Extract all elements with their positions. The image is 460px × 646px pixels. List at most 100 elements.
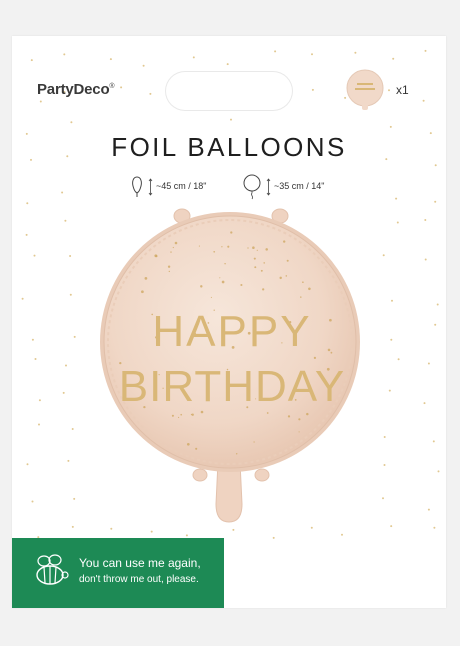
- gold-confetti-dot: [298, 418, 301, 421]
- confetti-dot: [389, 125, 392, 128]
- gold-confetti-dot: [263, 262, 265, 264]
- product-title: FOIL BALLOONS: [111, 132, 347, 162]
- confetti-dot: [388, 389, 391, 392]
- size-arrow-icon: [148, 178, 153, 196]
- gold-confetti-dot: [174, 241, 178, 245]
- confetti-dot: [424, 219, 427, 221]
- gold-confetti-dot: [302, 281, 304, 284]
- confetti-dot: [31, 500, 34, 503]
- gold-confetti-dot: [327, 348, 331, 352]
- confetti-dot: [71, 428, 74, 430]
- uninflated-balloon-icon: [132, 176, 142, 197]
- gold-confetti-dot: [300, 296, 302, 298]
- gold-confetti-dot: [330, 351, 333, 354]
- gold-confetti-dot: [155, 254, 158, 258]
- confetti-dot: [31, 338, 34, 341]
- confetti-dot: [388, 89, 390, 92]
- confetti-dot: [61, 191, 64, 194]
- gold-confetti-dot: [144, 277, 148, 280]
- gold-confetti-dot: [172, 246, 174, 249]
- bee-icon: [36, 554, 69, 585]
- confetti-dot: [383, 464, 386, 466]
- gold-confetti-dot: [141, 290, 144, 294]
- confetti-dot: [69, 255, 72, 257]
- gold-confetti-dot: [286, 259, 289, 262]
- confetti-dot: [427, 508, 430, 511]
- foil-balloon: HAPPY BIRTHDAY: [100, 208, 360, 523]
- gold-confetti-dot: [178, 416, 180, 419]
- confetti-dot: [392, 57, 395, 60]
- confetti-dot: [390, 525, 393, 528]
- confetti-dot: [395, 197, 398, 200]
- balloon-text-happy: HAPPY: [152, 307, 311, 356]
- confetti-dot: [26, 463, 29, 466]
- confetti-dot: [73, 497, 76, 500]
- confetti-dot: [192, 56, 195, 59]
- gold-confetti-dot: [168, 270, 170, 273]
- gold-confetti-dot: [224, 262, 226, 265]
- confetti-dot: [38, 399, 41, 402]
- confetti-dot: [311, 53, 313, 56]
- gold-confetti-dot: [253, 257, 256, 260]
- gold-confetti-dot: [313, 356, 317, 360]
- confetti-dot: [185, 534, 188, 537]
- confetti-dot: [436, 303, 439, 306]
- confetti-dot: [70, 121, 73, 124]
- gold-confetti-dot: [253, 441, 255, 443]
- quantity-label: x1: [396, 83, 409, 97]
- confetti-dot: [26, 202, 29, 205]
- eco-message-line2: don't throw me out, please.: [79, 574, 199, 585]
- confetti-dot: [341, 533, 343, 536]
- confetti-dot: [424, 258, 427, 261]
- confetti-dot: [230, 118, 232, 121]
- confetti-dot: [311, 88, 314, 91]
- gold-confetti-dot: [308, 287, 311, 291]
- gold-confetti-dot: [262, 288, 265, 291]
- gold-confetti-dot: [221, 246, 223, 248]
- gold-confetti-dot: [219, 277, 221, 279]
- gold-confetti-dot: [198, 245, 200, 247]
- gold-confetti-dot: [195, 447, 198, 450]
- eco-badge: You can use me again, don't throw me out…: [12, 538, 224, 608]
- confetti-dot: [25, 233, 28, 236]
- gold-confetti-dot: [287, 415, 291, 418]
- gold-confetti-dot: [306, 412, 309, 416]
- confetti-dot: [71, 525, 74, 528]
- gold-confetti-dot: [230, 231, 233, 234]
- gold-confetti-dot: [221, 280, 225, 284]
- gold-confetti-dot: [180, 413, 183, 416]
- confetti-dot: [73, 335, 76, 338]
- gold-confetti-dot: [265, 248, 268, 251]
- gold-confetti-dot: [252, 246, 255, 249]
- confetti-dot: [434, 164, 437, 167]
- confetti-dot: [272, 536, 275, 539]
- gold-confetti-dot: [171, 414, 174, 417]
- confetti-dot: [382, 254, 385, 257]
- confetti-dot: [39, 100, 42, 103]
- confetti-dot: [382, 497, 384, 500]
- brand-name: PartyDeco: [37, 81, 110, 98]
- gold-confetti-dot: [186, 442, 190, 446]
- brand-logo: PartyDeco®: [37, 81, 115, 98]
- confetti-dot: [390, 338, 393, 341]
- confetti-dot: [65, 364, 67, 367]
- gold-confetti-dot: [256, 249, 258, 251]
- confetti-dot: [120, 86, 123, 89]
- gold-confetti-dot: [298, 431, 300, 433]
- balloon-thumbnail: [346, 69, 384, 110]
- gold-confetti-dot: [254, 266, 257, 269]
- size-info: ~45 cm / 18" ~35 cm / 14": [130, 172, 360, 202]
- confetti-dot: [432, 440, 435, 443]
- confetti-dot: [142, 64, 145, 67]
- gold-confetti-dot: [240, 283, 243, 287]
- hang-hole: [165, 71, 293, 111]
- gold-confetti-dot: [235, 453, 238, 455]
- confetti-dot: [397, 358, 400, 361]
- gold-confetti-dot: [260, 269, 263, 272]
- gold-confetti-dot: [170, 251, 172, 253]
- balloon-text-birthday: BIRTHDAY: [119, 362, 345, 411]
- gold-confetti-dot: [227, 245, 230, 248]
- product-card: PartyDeco® x1 FOIL BALLOONS ~45 cm / 18"…: [12, 36, 446, 608]
- confetti-dot: [396, 221, 399, 224]
- gold-confetti-dot: [213, 250, 216, 253]
